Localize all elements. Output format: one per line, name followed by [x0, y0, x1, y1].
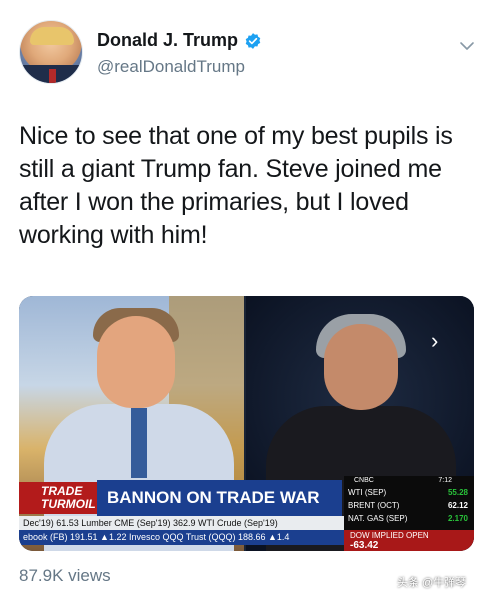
segment-badge: TRADE TURMOIL [19, 482, 97, 514]
tweet-media-image[interactable]: › TRADE TURMOIL BANNON ON TRADE WAR CNBC… [19, 296, 474, 551]
chevron-down-icon[interactable] [459, 38, 475, 54]
view-count: 87.9K views [19, 566, 111, 585]
network-logo: CNBC [354, 477, 374, 484]
tv-lower-third: TRADE TURMOIL BANNON ON TRADE WAR CNBC 7… [19, 476, 474, 551]
tv-headline: BANNON ON TRADE WAR [97, 480, 342, 516]
watermark: 头条 @牛弹琴 [397, 577, 467, 589]
market-quotes-box: CNBC 7:12 WTI (SEP) 55.28 BRENT (OCT) 62… [344, 476, 474, 530]
tweet-text: Nice to see that one of my best pupils i… [19, 122, 453, 249]
author-handle[interactable]: @realDonaldTrump [97, 57, 245, 77]
dow-implied-open: DOW IMPLIED OPEN -63.42 [344, 530, 474, 551]
broadcast-time: 7:12 [438, 477, 452, 484]
author-name-row: Donald J. Trump [97, 30, 262, 51]
chevron-right-icon[interactable]: › [431, 328, 438, 354]
display-name[interactable]: Donald J. Trump [97, 30, 238, 51]
ticker-bottom: ebook (FB) 191.51 ▲1.22 Invesco QQQ Trus… [19, 530, 344, 545]
verified-badge-icon [245, 32, 261, 49]
tweet-card: Donald J. Trump @realDonaldTrump Nice to… [0, 0, 486, 600]
avatar[interactable] [19, 20, 83, 84]
quote-row: NAT. GAS (SEP) 2.170 [348, 514, 468, 523]
quote-row: BRENT (OCT) 62.12 [348, 501, 468, 510]
quote-row: WTI (SEP) 55.28 [348, 488, 468, 497]
ticker-top: Dec'19) 61.53 Lumber CME (Sep'19) 362.9 … [19, 516, 344, 530]
